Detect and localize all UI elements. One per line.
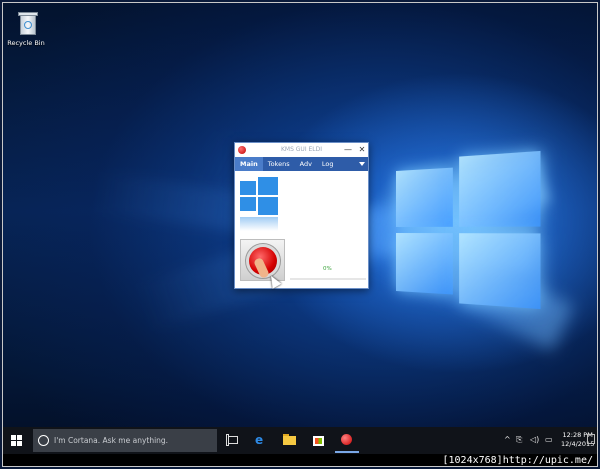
progress-bar xyxy=(290,278,366,280)
kms-app-window[interactable]: KMS GUI ELDI — ✕ Main Tokens Adv Log 0% xyxy=(234,142,369,289)
tab-bar: Main Tokens Adv Log xyxy=(235,157,368,171)
tab-adv[interactable]: Adv xyxy=(295,157,317,171)
windows-logo-icon[interactable] xyxy=(240,177,280,231)
file-explorer-icon[interactable] xyxy=(283,433,297,447)
recycle-bin-icon xyxy=(17,11,39,35)
footer-caption: [1024x768]http://upic.me/ xyxy=(442,455,593,466)
taskbar: I'm Cortana. Ask me anything. e ^ ⎘ ◁) ▭… xyxy=(3,427,598,454)
network-icon[interactable]: ⎘ xyxy=(516,433,522,447)
recycle-bin-shortcut[interactable]: Recycle Bin xyxy=(7,11,49,47)
tab-log[interactable]: Log xyxy=(317,157,339,171)
close-button[interactable]: ✕ xyxy=(356,144,368,155)
notification-icon[interactable] xyxy=(587,434,595,444)
tab-tokens[interactable]: Tokens xyxy=(263,157,295,171)
minimize-button[interactable]: — xyxy=(342,144,354,155)
footer-bar: [1024x768]http://upic.me/ xyxy=(3,454,598,467)
tab-main[interactable]: Main xyxy=(235,157,263,171)
cortana-search-box[interactable]: I'm Cortana. Ask me anything. xyxy=(33,429,217,452)
chevron-down-icon[interactable] xyxy=(359,162,365,166)
store-icon[interactable] xyxy=(312,433,326,447)
activate-button[interactable] xyxy=(240,239,285,281)
progress-percent: 0% xyxy=(323,266,332,272)
kms-app-icon[interactable] xyxy=(340,433,354,447)
message-icon[interactable]: ▭ xyxy=(545,433,553,447)
task-view-icon[interactable] xyxy=(226,433,240,447)
desktop: Recycle Bin KMS GUI ELDI — ✕ Main Tokens… xyxy=(2,2,598,467)
recycle-bin-label: Recycle Bin xyxy=(3,39,49,47)
wallpaper-windows-logo xyxy=(396,151,545,310)
chevron-up-icon[interactable]: ^ xyxy=(504,433,511,447)
cortana-icon xyxy=(38,435,49,446)
search-placeholder: I'm Cortana. Ask me anything. xyxy=(54,436,168,445)
running-indicator xyxy=(335,451,359,453)
start-icon[interactable] xyxy=(11,435,23,447)
volume-icon[interactable]: ◁) xyxy=(530,433,539,447)
edge-icon[interactable]: e xyxy=(255,433,269,447)
title-bar[interactable]: KMS GUI ELDI — ✕ xyxy=(235,143,368,157)
